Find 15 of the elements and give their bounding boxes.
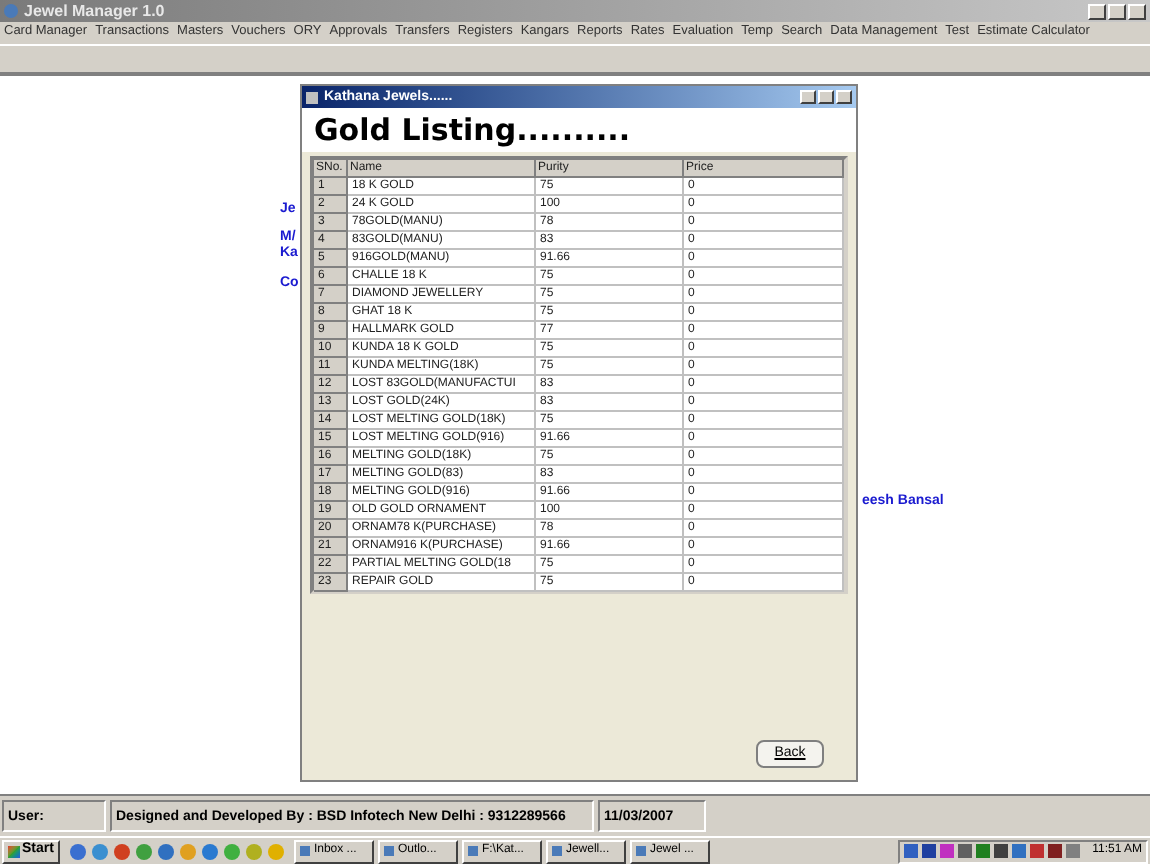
window-icon — [551, 846, 562, 856]
window-title: Jewel Manager 1.0 — [24, 3, 165, 19]
window-icon — [635, 846, 646, 856]
close-button[interactable] — [1128, 3, 1146, 19]
restore-button[interactable] — [1108, 3, 1126, 19]
window-icon — [467, 846, 478, 856]
dialog-heading: Gold Listing.......... — [302, 108, 856, 152]
minimize-button[interactable] — [1088, 3, 1106, 19]
minimize-button[interactable] — [800, 90, 816, 104]
close-button[interactable] — [836, 90, 852, 104]
maximize-button[interactable] — [818, 90, 834, 104]
window-icon — [299, 846, 310, 856]
app-icon — [306, 91, 318, 103]
app-icon — [4, 4, 18, 18]
window-icon — [383, 846, 394, 856]
